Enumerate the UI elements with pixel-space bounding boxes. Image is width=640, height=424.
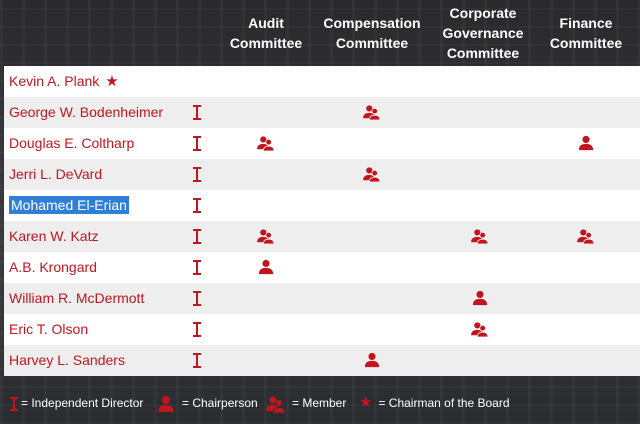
director-name-text: William R. McDermott bbox=[9, 290, 145, 306]
table-row: Douglas E. Coltharp bbox=[4, 128, 640, 159]
chairperson-icon bbox=[158, 395, 174, 412]
table-row: William R. McDermott bbox=[4, 283, 640, 314]
board-committee-table: Kevin A. Plank ★ George W. Bodenheimer Doug… bbox=[4, 66, 640, 378]
table-row: A.B. Krongard bbox=[4, 252, 640, 283]
director-name-text: Harvey L. Sanders bbox=[9, 352, 125, 368]
director-name[interactable]: George W. Bodenheimer bbox=[9, 97, 163, 128]
independent-director-icon bbox=[193, 290, 201, 307]
independent-director-icon bbox=[193, 166, 201, 183]
chairperson-icon bbox=[577, 135, 595, 151]
chairperson-icon bbox=[257, 259, 275, 275]
column-header-finance: Finance Committee bbox=[549, 15, 623, 51]
director-name-text: Jerri L. DeVard bbox=[9, 166, 103, 182]
table-row: Eric T. Olson bbox=[4, 314, 640, 345]
director-name[interactable]: Douglas E. Coltharp bbox=[9, 128, 134, 159]
director-name-text: George W. Bodenheimer bbox=[9, 104, 164, 120]
table-row: George W. Bodenheimer bbox=[4, 97, 640, 128]
independent-director-icon bbox=[10, 396, 18, 411]
legend-chairman: ★ = Chairman of the Board bbox=[359, 392, 510, 414]
member-icon bbox=[257, 135, 275, 152]
member-icon bbox=[363, 166, 381, 183]
column-header-audit: Audit Committee bbox=[229, 15, 303, 51]
chairperson-icon bbox=[471, 290, 489, 306]
director-name-text: Eric T. Olson bbox=[9, 321, 89, 337]
star-icon: ★ bbox=[105, 73, 119, 90]
independent-director-icon bbox=[193, 228, 201, 245]
member-icon bbox=[363, 104, 381, 121]
director-name[interactable]: Karen W. Katz bbox=[9, 221, 98, 252]
member-icon bbox=[471, 321, 489, 338]
director-name[interactable]: Kevin A. Plank ★ bbox=[9, 66, 119, 97]
director-name[interactable]: Harvey L. Sanders bbox=[9, 345, 125, 376]
member-icon bbox=[471, 228, 489, 245]
director-name-text: Kevin A. Plank bbox=[9, 73, 100, 89]
director-name-text: Mohamed El-Erian bbox=[9, 196, 129, 214]
star-icon: ★ bbox=[359, 394, 373, 411]
member-icon bbox=[266, 396, 286, 414]
legend-member-label: = Member bbox=[292, 396, 347, 410]
legend-chairperson-label: = Chairperson bbox=[182, 396, 258, 410]
director-name-text: A.B. Krongard bbox=[9, 259, 97, 275]
director-name[interactable]: William R. McDermott bbox=[9, 283, 144, 314]
legend: = Independent Director = Chairperson = M… bbox=[0, 392, 640, 414]
director-name[interactable]: Eric T. Olson bbox=[9, 314, 88, 345]
legend-independent: = Independent Director bbox=[10, 392, 143, 414]
member-icon bbox=[577, 228, 595, 245]
committee-header: Audit Committee Compensation Committee C… bbox=[0, 0, 640, 66]
director-name[interactable]: Jerri L. DeVard bbox=[9, 159, 102, 190]
independent-director-icon bbox=[193, 321, 201, 338]
director-name[interactable]: Mohamed El-Erian bbox=[9, 190, 129, 221]
member-icon bbox=[257, 228, 275, 245]
independent-director-icon bbox=[193, 135, 201, 152]
independent-director-icon bbox=[193, 259, 201, 276]
chairperson-icon bbox=[363, 352, 381, 368]
table-row: Jerri L. DeVard bbox=[4, 159, 640, 190]
table-row: Kevin A. Plank ★ bbox=[4, 66, 640, 97]
table-row: Harvey L. Sanders bbox=[4, 345, 640, 376]
independent-director-icon bbox=[193, 197, 201, 214]
legend-independent-label: = Independent Director bbox=[21, 396, 144, 410]
column-header-corporate-governance: Corporate Governance Committee bbox=[442, 5, 524, 61]
independent-director-icon bbox=[193, 352, 201, 369]
column-header-compensation: Compensation Committee bbox=[323, 15, 421, 51]
director-name[interactable]: A.B. Krongard bbox=[9, 252, 97, 283]
legend-chairman-label: = Chairman of the Board bbox=[378, 396, 510, 410]
table-row: Mohamed El-Erian bbox=[4, 190, 640, 221]
independent-director-icon bbox=[193, 104, 201, 121]
legend-member: = Member bbox=[266, 392, 346, 414]
legend-chairperson: = Chairperson bbox=[156, 392, 258, 414]
table-row: Karen W. Katz bbox=[4, 221, 640, 252]
director-name-text: Karen W. Katz bbox=[9, 228, 99, 244]
director-name-text: Douglas E. Coltharp bbox=[9, 135, 135, 151]
